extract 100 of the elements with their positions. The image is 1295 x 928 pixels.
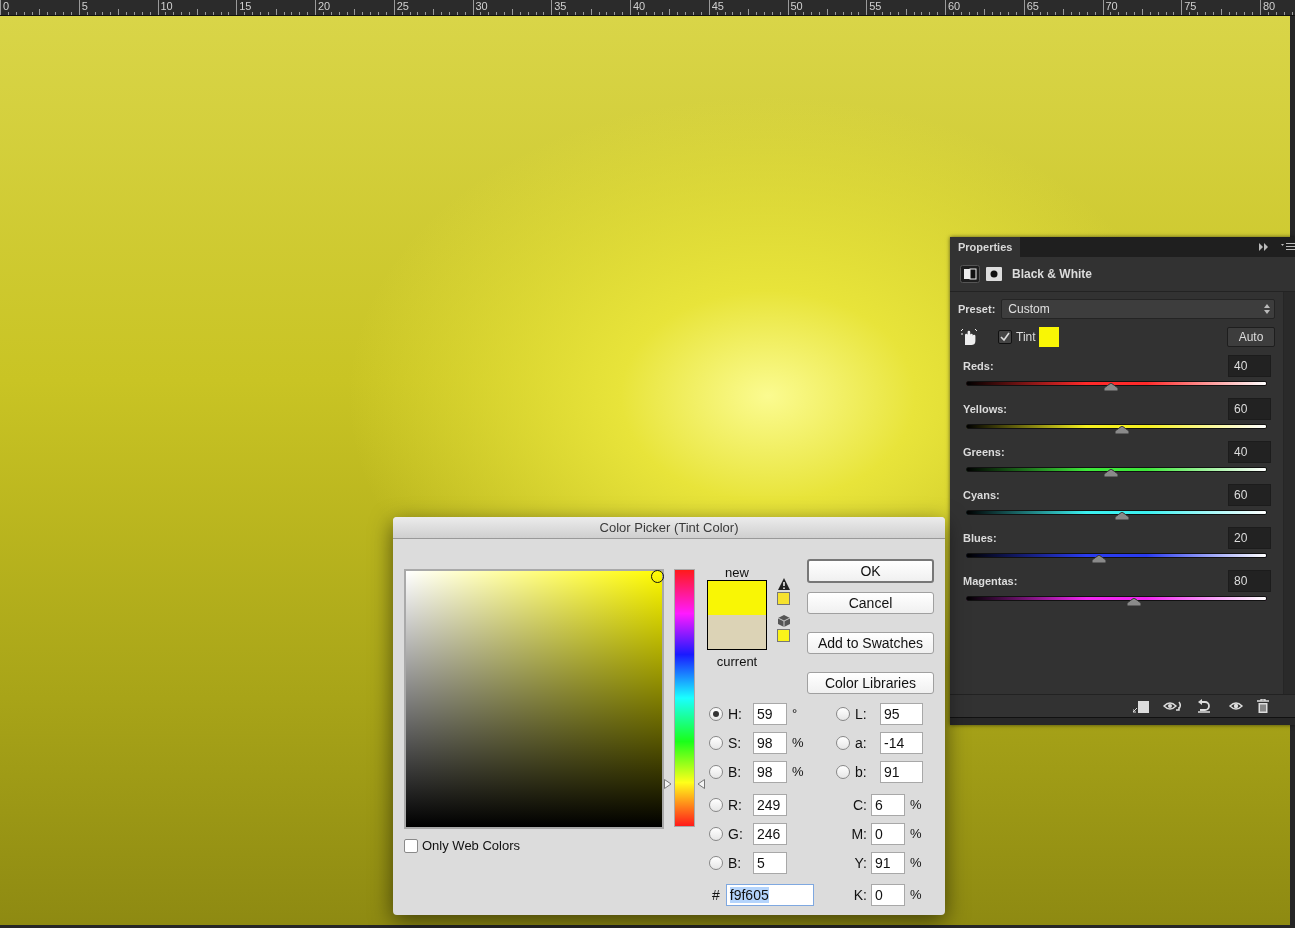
web-colors-label: Only Web Colors (422, 838, 520, 853)
ruler-label: 70 (1105, 0, 1118, 12)
field-label: L: (854, 705, 868, 722)
radio-button[interactable] (836, 706, 850, 721)
square-arrow-icon[interactable] (1133, 699, 1149, 713)
slider-thumb[interactable] (1103, 469, 1118, 477)
radio-button[interactable] (836, 735, 850, 750)
tint-checkbox[interactable] (998, 330, 1012, 344)
eye-icon[interactable] (1229, 701, 1243, 711)
undo-arrow-icon[interactable] (1197, 699, 1211, 713)
value-field[interactable]: 60 (1228, 484, 1271, 506)
radio-button[interactable] (836, 764, 850, 779)
web-colors-checkbox[interactable] (404, 838, 418, 853)
ruler-label: 35 (554, 0, 567, 12)
ruler-label: 60 (948, 0, 961, 12)
number-field[interactable]: 0 (871, 883, 905, 906)
unit-label: % (910, 855, 922, 870)
number-field[interactable]: 91 (880, 760, 923, 783)
tint-label: Tint (1016, 330, 1036, 344)
value-field[interactable]: 80 (1228, 570, 1271, 592)
ruler-label: 25 (396, 0, 409, 12)
warning-icon[interactable] (777, 578, 790, 590)
color-swatch[interactable] (777, 629, 790, 642)
field-label: B: (727, 763, 743, 780)
number-field[interactable]: 95 (880, 702, 923, 725)
tint-color-swatch[interactable] (1038, 327, 1059, 347)
slider-thumb[interactable] (1115, 512, 1130, 520)
radio-button[interactable] (709, 764, 723, 779)
panel-menu-icon[interactable] (1281, 242, 1295, 252)
checkmark-icon (1000, 332, 1010, 342)
ruler-label: 5 (81, 0, 88, 12)
slider-thumb[interactable] (1127, 598, 1142, 606)
adjustment-title: Black & White (1012, 267, 1092, 281)
field-label: a: (854, 734, 868, 751)
slider-thumb[interactable] (1091, 555, 1106, 563)
dialog-button[interactable]: OK (807, 559, 934, 583)
adjustment-layer-icon[interactable] (960, 265, 980, 283)
radio-button[interactable] (709, 826, 723, 841)
unit-label: % (792, 735, 804, 750)
field-label: Y: (853, 854, 868, 871)
number-field[interactable]: 0 (871, 822, 905, 845)
hue-slider[interactable] (664, 569, 705, 827)
number-field[interactable]: 249 (753, 793, 787, 816)
radio-button[interactable] (709, 706, 723, 721)
slider-label: Greens: (962, 446, 1005, 458)
slider-thumb[interactable] (1115, 426, 1130, 434)
ruler-label: 80 (1263, 0, 1276, 12)
properties-tab[interactable]: Properties (950, 237, 1021, 257)
ruler-label: 40 (633, 0, 646, 12)
ruler-label: 45 (711, 0, 724, 12)
hex-field[interactable]: f9f605 (725, 883, 814, 906)
field-label: G: (727, 825, 744, 842)
preset-dropdown[interactable]: Custom (1001, 299, 1275, 319)
hand-icon[interactable] (961, 328, 977, 346)
value-field[interactable]: 20 (1228, 527, 1271, 549)
ruler-label: 55 (869, 0, 882, 12)
value-field[interactable]: 40 (1228, 355, 1271, 377)
color-swatch[interactable] (777, 592, 790, 605)
number-field[interactable]: 5 (753, 851, 787, 874)
hue-slider-thumb[interactable] (664, 779, 705, 790)
ruler-label: 15 (239, 0, 252, 12)
radio-button[interactable] (709, 735, 723, 750)
radio-button[interactable] (709, 797, 723, 812)
eye-arrow-icon[interactable] (1163, 699, 1183, 713)
dialog-button[interactable]: Cancel (807, 592, 934, 614)
number-field[interactable]: 6 (871, 793, 905, 816)
number-field[interactable]: 91 (871, 851, 905, 874)
slider-thumb[interactable] (1103, 383, 1118, 391)
radio-button[interactable] (709, 855, 723, 870)
number-field[interactable]: 98 (753, 760, 787, 783)
unit-label: % (910, 887, 922, 902)
ruler-label: 20 (318, 0, 331, 12)
number-field[interactable]: 59 (753, 702, 787, 725)
field-label: H: (727, 705, 743, 722)
ruler-label: 10 (160, 0, 173, 12)
updown-arrows-icon (1264, 304, 1270, 314)
auto-button[interactable]: Auto (1227, 327, 1275, 347)
trash-icon[interactable] (1257, 699, 1269, 713)
slider-label: Cyans: (962, 489, 1000, 501)
layer-mask-icon[interactable] (986, 267, 1002, 281)
slider-label: Yellows: (962, 403, 1008, 415)
dialog-button[interactable]: Add to Swatches (807, 632, 934, 654)
dialog-title: Color Picker (Tint Color) (599, 520, 739, 535)
slider-label: Magentas: (962, 575, 1018, 587)
cube-icon[interactable] (777, 615, 790, 627)
number-field[interactable]: -14 (880, 731, 923, 754)
field-label: M: (850, 825, 868, 842)
saturation-brightness-field[interactable] (404, 569, 664, 829)
ruler-label: 30 (475, 0, 488, 12)
value-field[interactable]: 60 (1228, 398, 1271, 420)
ruler-label: 50 (790, 0, 803, 12)
dialog-button[interactable]: Color Libraries (807, 672, 934, 694)
field-label: b: (854, 763, 868, 780)
collapse-arrows-icon[interactable] (1259, 243, 1269, 251)
field-label: B: (727, 854, 743, 871)
value-field[interactable]: 40 (1228, 441, 1271, 463)
field-label: C: (852, 796, 868, 813)
number-field[interactable]: 98 (753, 731, 787, 754)
slider-label: Reds: (962, 360, 994, 372)
number-field[interactable]: 246 (753, 822, 787, 845)
